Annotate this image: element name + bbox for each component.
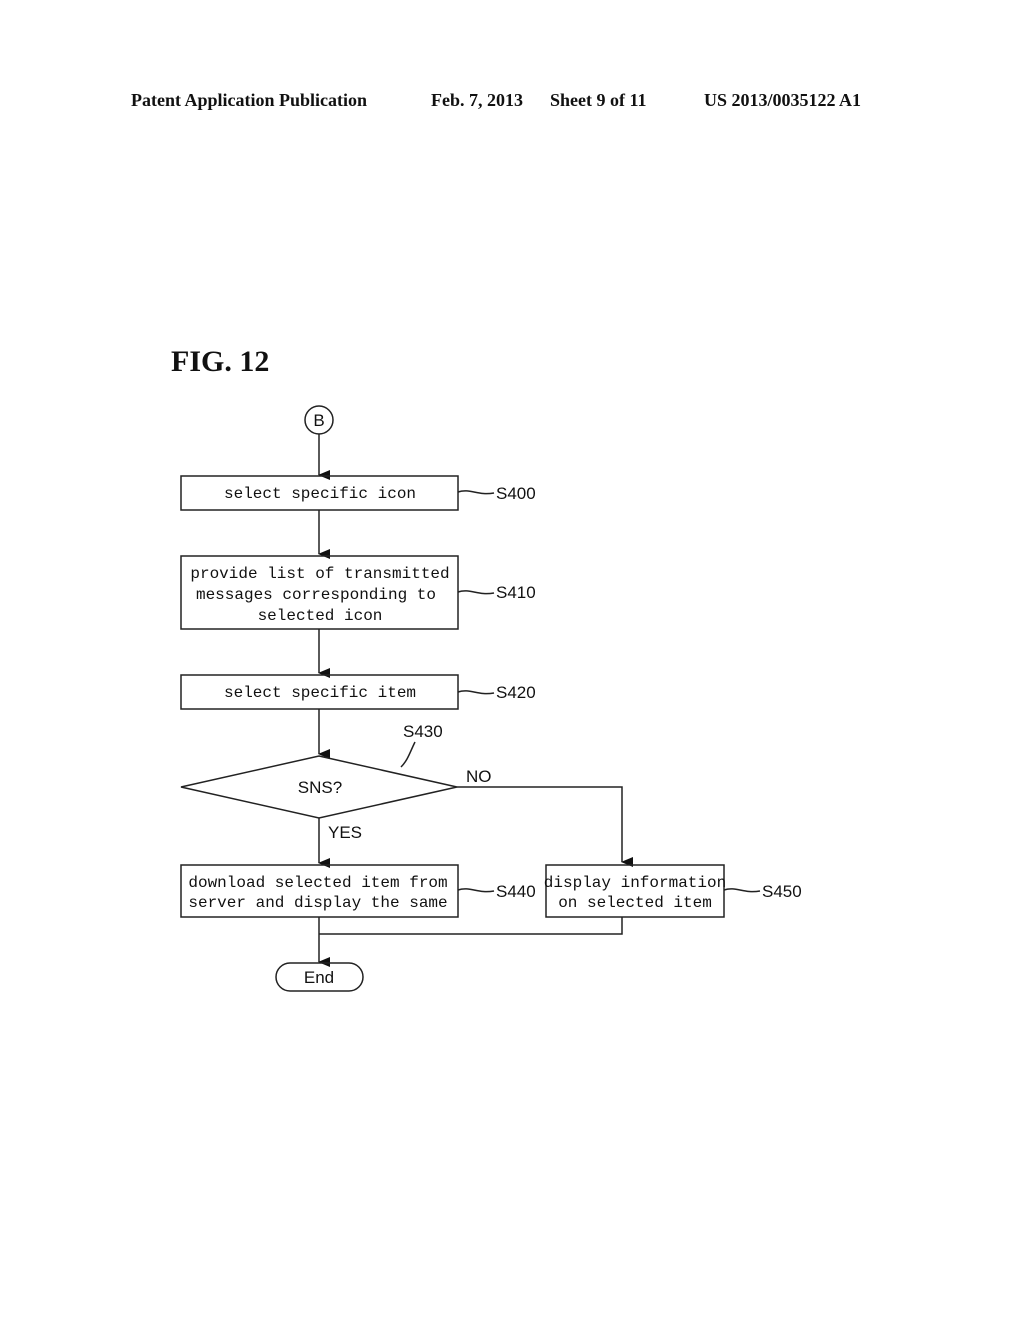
step-id-s410: S410	[496, 583, 536, 602]
step-id-s450: S450	[762, 882, 802, 901]
connector-label: B	[313, 411, 324, 430]
step-id-s400: S400	[496, 484, 536, 503]
step-id-s420: S420	[496, 683, 536, 702]
step-text-s440-line2: server and display the same	[188, 894, 447, 912]
step-id-s430: S430	[403, 722, 443, 741]
merge-line	[319, 917, 623, 935]
step-text-s450-line2: on selected item	[558, 894, 712, 912]
decision-text-s430: SNS?	[298, 778, 342, 797]
flowchart: B select specific icon S400 provide list…	[180, 405, 802, 992]
step-text-s410-line2: messages corresponding to	[196, 586, 436, 604]
step-text-s420: select specific item	[224, 684, 416, 702]
branch-yes-label: YES	[328, 823, 362, 842]
step-text-s450-line1: display information	[544, 874, 726, 892]
end-label: End	[304, 968, 334, 987]
leader-s440	[457, 888, 495, 893]
leader-s420	[457, 690, 495, 695]
leader-s430	[400, 741, 416, 768]
step-text-s400: select specific icon	[224, 485, 416, 503]
step-text-s410-line3: selected icon	[258, 607, 383, 625]
leader-s450	[723, 888, 761, 893]
step-text-s410-line1: provide list of transmitted	[190, 565, 449, 583]
step-text-s440-line1: download selected item from	[188, 874, 447, 892]
leader-s400	[457, 490, 495, 495]
leader-s410	[457, 590, 495, 595]
branch-no-label: NO	[466, 767, 492, 786]
arrow-no	[457, 786, 633, 867]
step-id-s440: S440	[496, 882, 536, 901]
